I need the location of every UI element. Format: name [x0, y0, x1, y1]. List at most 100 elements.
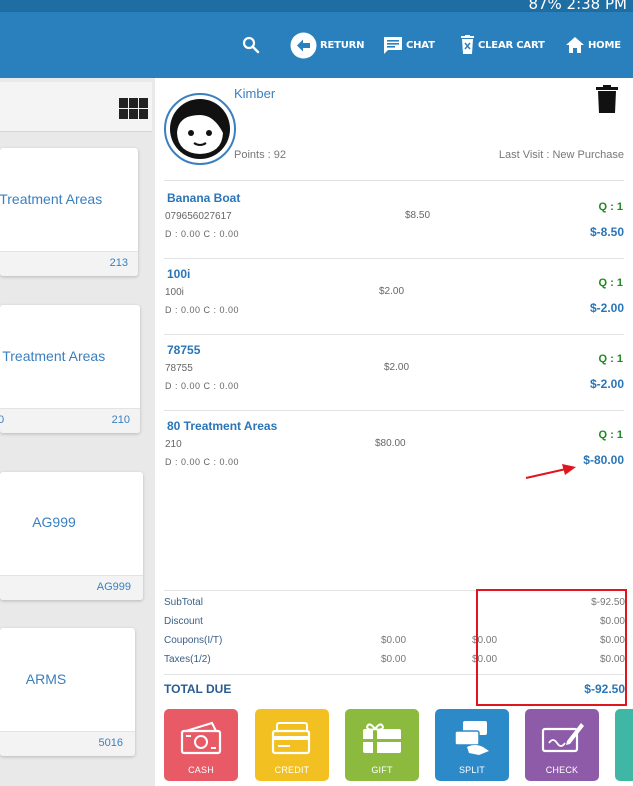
cart-item-price: $2.00 — [379, 286, 405, 297]
credit-label: CREDIT — [274, 765, 310, 775]
taxes-value: $0.00 — [599, 654, 625, 665]
discount-label: Discount — [164, 616, 203, 627]
app-bar: RETURN CHAT CLEAR CART HOME — [0, 12, 633, 78]
trash-icon[interactable] — [596, 85, 618, 113]
clear-cart-button[interactable]: CLEAR CART — [460, 12, 545, 78]
product-code: 210 — [111, 414, 130, 426]
cart-item-name: 78755 — [167, 343, 201, 357]
product-card[interactable]: AG999 AG999 — [0, 472, 143, 600]
cart-item[interactable]: 80 Treatment Areas 210 $80.00 D : 0.00 C… — [155, 419, 633, 495]
cart-item-code: 100i — [165, 287, 184, 298]
credit-card-icon — [271, 722, 311, 755]
product-panel: 5 Treatment Areas 213 0 Treatment Areas … — [0, 78, 155, 786]
search-button[interactable] — [242, 12, 260, 78]
clear-cart-icon — [461, 35, 474, 54]
product-code: 5016 — [98, 737, 123, 749]
coupons-label: Coupons(I/T) — [164, 635, 223, 646]
product-name: 5 Treatment Areas — [0, 191, 103, 207]
coupons-item-value: $0.00 — [381, 635, 407, 646]
product-name: AG999 — [32, 514, 76, 530]
return-button[interactable]: RETURN — [290, 12, 365, 78]
product-code: 213 — [109, 257, 128, 269]
cart-item[interactable]: 78755 78755 $2.00 D : 0.00 C : 0.00 Q : … — [155, 343, 633, 419]
total-due-value: $-92.50 — [584, 682, 625, 696]
cart-item-discount: D : 0.00 C : 0.00 — [165, 229, 240, 239]
cart-item-discount: D : 0.00 C : 0.00 — [165, 305, 240, 315]
taxes-row: Taxes(1/2) $0.00 $0.00 $0.00 — [155, 654, 633, 670]
grid-icon[interactable] — [119, 98, 148, 120]
cart-item-price: $80.00 — [375, 438, 406, 449]
gift-button[interactable]: GIFT — [345, 709, 419, 781]
discount-value: $0.00 — [599, 616, 625, 627]
cart-item-discount: D : 0.00 C : 0.00 — [165, 457, 240, 467]
cart-panel: Kimber Points : 92 Last Visit : New Purc… — [155, 78, 633, 786]
split-icon — [454, 721, 489, 755]
cart-item[interactable]: Banana Boat 079656027617 $8.50 D : 0.00 … — [155, 191, 633, 267]
return-label: RETURN — [320, 39, 365, 51]
cart-item-name: 80 Treatment Areas — [167, 419, 278, 433]
credit-button[interactable]: CREDIT — [255, 709, 329, 781]
cart-item-amount: $-2.00 — [589, 301, 624, 315]
more-payment-button[interactable] — [615, 709, 633, 781]
split-label: SPLIT — [458, 765, 485, 775]
product-panel-header — [0, 82, 152, 132]
clear-cart-label: CLEAR CART — [478, 39, 545, 51]
subtotal-value: $-92.50 — [591, 597, 625, 608]
coupons-row: Coupons(I/T) $0.00 $0.00 $0.00 — [155, 635, 633, 651]
total-due-row: TOTAL DUE $-92.50 — [155, 682, 633, 700]
product-name: ARMS — [25, 671, 67, 687]
coupons-ticket-value: $0.00 — [472, 635, 498, 646]
chat-button[interactable]: CHAT — [383, 12, 435, 78]
product-card[interactable]: 0 Treatment Areas 0 210 — [0, 305, 140, 433]
cart-item-quantity[interactable]: Q : 1 — [599, 353, 623, 365]
cart-item-price: $2.00 — [384, 362, 410, 373]
return-icon — [290, 32, 317, 58]
home-icon — [566, 37, 584, 53]
cart-item-amount: $-2.00 — [589, 377, 624, 391]
product-code: AG999 — [96, 581, 131, 593]
tax2-value: $0.00 — [472, 654, 498, 665]
split-button[interactable]: SPLIT — [435, 709, 509, 781]
cart-item[interactable]: 100i 100i $2.00 D : 0.00 C : 0.00 Q : 1 … — [155, 267, 633, 343]
cart-item-code: 210 — [165, 439, 182, 450]
customer-name: Kimber — [234, 86, 276, 101]
cart-item-name: 100i — [167, 267, 191, 281]
cart-item-price: $8.50 — [405, 210, 431, 221]
gift-label: GIFT — [371, 765, 393, 775]
product-card[interactable]: 5 Treatment Areas 213 — [0, 148, 138, 276]
check-icon — [541, 723, 584, 753]
subtotal-row: SubTotal $-92.50 — [155, 597, 633, 613]
cart-item-code: 079656027617 — [165, 211, 232, 222]
status-bar: 87% 2:38 PM — [0, 0, 633, 13]
chat-label: CHAT — [406, 39, 435, 51]
gift-icon — [363, 723, 401, 753]
cart-item-amount: $-80.00 — [583, 453, 624, 467]
last-visit: Last Visit : New Purchase — [498, 149, 624, 161]
coupons-value: $0.00 — [599, 635, 625, 646]
cart-item-quantity[interactable]: Q : 1 — [599, 429, 623, 441]
home-button[interactable]: HOME — [565, 12, 621, 78]
pos-screen: 87% 2:38 PM RETURN CHAT CLEAR CART HOME — [0, 0, 633, 786]
check-button[interactable]: CHECK — [525, 709, 599, 781]
product-name: 0 Treatment Areas — [0, 348, 106, 364]
subtotal-label: SubTotal — [164, 597, 203, 608]
cart-item-quantity[interactable]: Q : 1 — [599, 201, 623, 213]
check-label: CHECK — [545, 765, 579, 775]
tax1-value: $0.00 — [381, 654, 407, 665]
cash-label: CASH — [188, 765, 214, 775]
avatar[interactable] — [164, 93, 236, 165]
cart-item-quantity[interactable]: Q : 1 — [599, 277, 623, 289]
avatar-face-icon — [170, 99, 230, 159]
chat-icon — [384, 36, 402, 54]
cash-icon — [180, 721, 222, 755]
cart-item-discount: D : 0.00 C : 0.00 — [165, 381, 240, 391]
customer-points: Points : 92 — [234, 149, 286, 161]
cart-item-amount: $-8.50 — [589, 225, 624, 239]
search-icon — [242, 36, 260, 54]
discount-row: Discount $0.00 — [155, 616, 633, 632]
product-left-value: 0 — [0, 414, 5, 426]
total-due-label: TOTAL DUE — [164, 682, 232, 696]
cash-button[interactable]: CASH — [164, 709, 238, 781]
product-card[interactable]: ARMS 5016 — [0, 628, 135, 756]
taxes-label: Taxes(1/2) — [164, 654, 211, 665]
